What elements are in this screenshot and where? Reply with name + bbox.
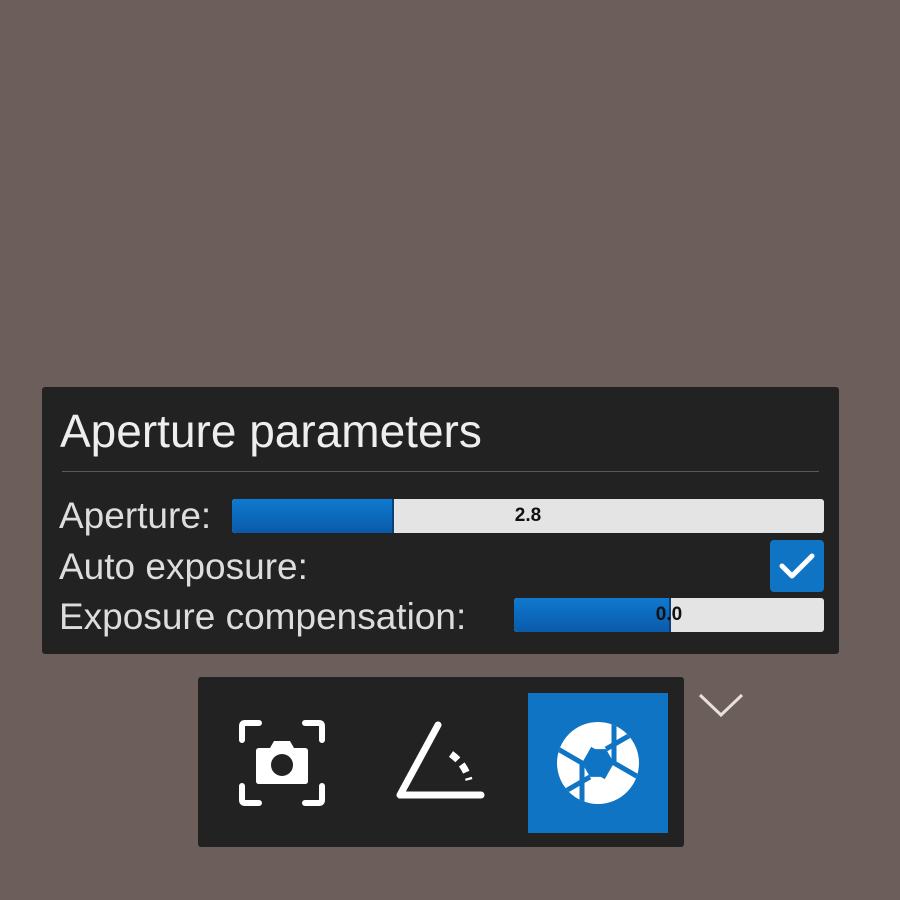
aperture-mode-button[interactable] xyxy=(528,693,668,833)
camera-focus-icon xyxy=(239,720,325,806)
chevron-down-icon xyxy=(698,693,744,718)
auto-exposure-label: Auto exposure: xyxy=(59,546,308,587)
exposure-compensation-slider[interactable]: 0.0 xyxy=(514,598,824,632)
aperture-slider[interactable]: 2.8 xyxy=(232,499,824,533)
exposure-compensation-value: 0.0 xyxy=(655,604,683,625)
angle-icon xyxy=(396,721,485,799)
mode-toolbar xyxy=(198,677,684,847)
aperture-label: Aperture: xyxy=(59,495,212,536)
aperture-shutter-icon xyxy=(557,722,639,804)
aperture-value: 2.8 xyxy=(514,505,542,526)
exposure-compensation-label: Exposure compensation: xyxy=(59,596,467,637)
camera-mode-button[interactable] xyxy=(212,693,352,833)
checkmark-icon xyxy=(779,553,815,579)
angle-mode-button[interactable] xyxy=(370,693,510,833)
auto-exposure-checkbox[interactable] xyxy=(770,540,824,592)
panel-title: Aperture parameters xyxy=(60,405,482,457)
aperture-parameters-panel: Aperture parameters Aperture: 2.8 Auto e… xyxy=(42,387,839,654)
title-divider xyxy=(62,471,819,472)
collapse-toolbar-button[interactable] xyxy=(696,690,746,720)
